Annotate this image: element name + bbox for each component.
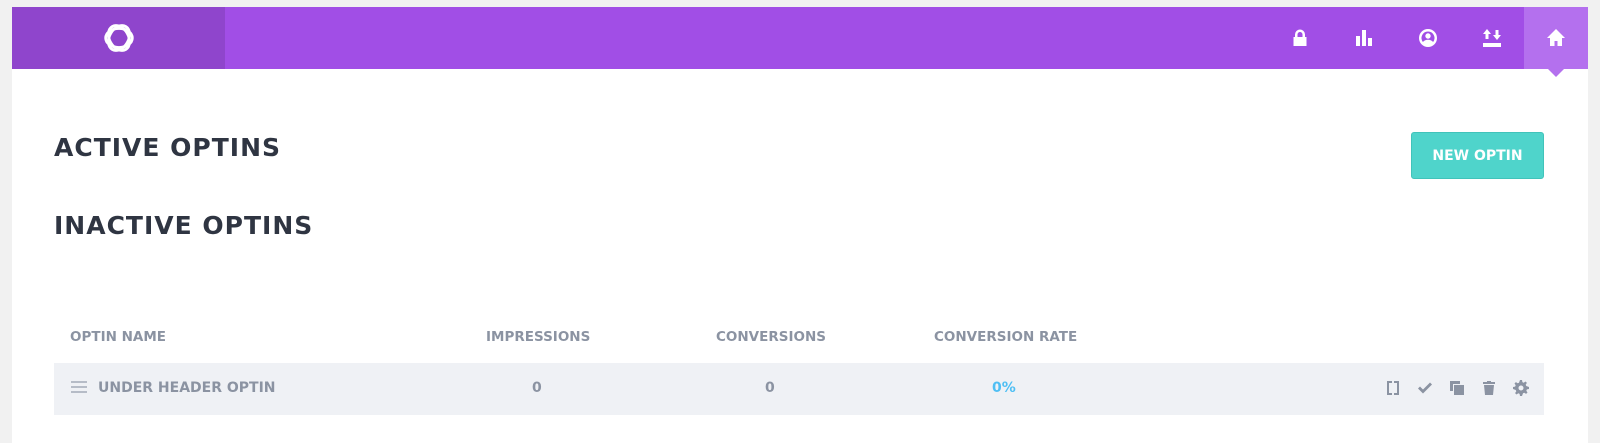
account-icon xyxy=(1419,29,1437,47)
gear-icon xyxy=(1513,380,1529,396)
header-conversions: CONVERSIONS xyxy=(716,329,826,345)
settings-button[interactable] xyxy=(1512,379,1530,397)
bar-chart-icon xyxy=(1356,30,1372,46)
nav-import-export-button[interactable] xyxy=(1460,7,1524,69)
table-row[interactable]: UNDER HEADER OPTIN 0 0 0% xyxy=(54,363,1544,415)
bloom-logo-icon xyxy=(103,24,134,52)
conversions-value: 0 xyxy=(765,380,775,396)
header-conversion-rate: CONVERSION RATE xyxy=(934,329,1078,345)
logo[interactable] xyxy=(12,7,225,69)
row-actions xyxy=(1384,379,1530,397)
header-impressions: IMPRESSIONS xyxy=(486,329,591,345)
check-icon xyxy=(1418,382,1432,394)
shortcode-icon xyxy=(1387,381,1399,395)
delete-button[interactable] xyxy=(1480,379,1498,397)
inactive-optins-title: INACTIVE OPTINS xyxy=(54,211,314,240)
trash-icon xyxy=(1483,381,1495,395)
nav-accounts-button[interactable] xyxy=(1396,7,1460,69)
app-frame: ACTIVE OPTINS NEW OPTIN INACTIVE OPTINS … xyxy=(12,7,1588,443)
duplicate-icon xyxy=(1450,381,1464,395)
conversion-rate-value: 0% xyxy=(992,380,1016,396)
active-optins-title: ACTIVE OPTINS xyxy=(54,133,282,162)
import-export-icon xyxy=(1483,29,1501,47)
impressions-value: 0 xyxy=(532,380,542,396)
top-bar xyxy=(12,7,1588,77)
shortcode-button[interactable] xyxy=(1384,379,1402,397)
nav-stats-button[interactable] xyxy=(1332,7,1396,69)
nav-lock-button[interactable] xyxy=(1268,7,1332,69)
new-optin-button[interactable]: NEW OPTIN xyxy=(1411,132,1544,179)
optin-name[interactable]: UNDER HEADER OPTIN xyxy=(98,380,276,396)
activate-button[interactable] xyxy=(1416,379,1434,397)
duplicate-button[interactable] xyxy=(1448,379,1466,397)
lock-icon xyxy=(1293,29,1307,46)
table-header: OPTIN NAME IMPRESSIONS CONVERSIONS CONVE… xyxy=(54,329,1544,353)
drag-handle-icon[interactable] xyxy=(71,381,87,395)
home-icon xyxy=(1547,29,1565,46)
header-optin-name: OPTIN NAME xyxy=(70,329,167,345)
nav-home-button[interactable] xyxy=(1524,7,1588,77)
top-nav xyxy=(1268,7,1588,77)
